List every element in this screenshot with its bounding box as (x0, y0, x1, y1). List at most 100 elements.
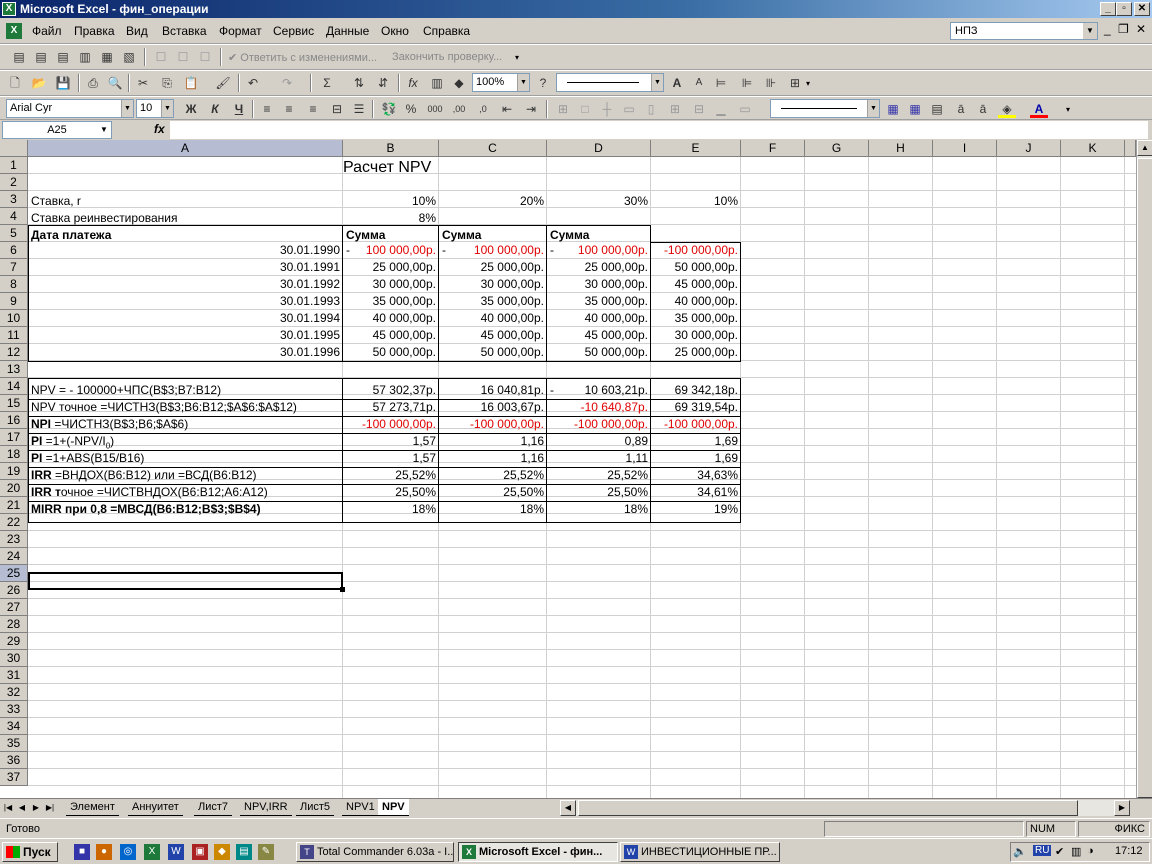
row-header-18[interactable]: 18 (0, 446, 28, 463)
minimize-button[interactable]: _ (1100, 2, 1116, 16)
line-style-select[interactable]: ▼ (556, 73, 664, 92)
row-header-7[interactable]: 7 (0, 259, 28, 276)
reply-with-changes-button[interactable]: ✔ Ответить с изменениями... (228, 51, 377, 64)
save-icon[interactable]: 💾 (54, 74, 72, 92)
column-header-i[interactable]: I (933, 140, 997, 157)
open-icon[interactable]: 📂 (30, 74, 48, 92)
border-icon-1[interactable]: ⊞ (554, 100, 572, 118)
align-icon-3[interactable]: ⊪ (762, 74, 780, 92)
quicklaunch-word-icon[interactable]: W (168, 844, 184, 860)
style-icon-1[interactable]: ā (952, 100, 970, 118)
merge-center-icon[interactable]: ⊟ (328, 100, 346, 118)
shrink-font-icon[interactable]: A (690, 74, 708, 92)
language-indicator[interactable]: RU (1033, 845, 1052, 856)
spreadsheet-grid[interactable]: A B C D E F G H I J K 1 2 3 4 5 6 7 8 9 10 11 12 13 1… (0, 140, 1136, 798)
menu-tools[interactable]: Сервис (273, 24, 314, 38)
percent-icon[interactable]: % (402, 100, 420, 118)
chevron-down-icon[interactable]: ▼ (1083, 23, 1097, 39)
row-header-20[interactable]: 20 (0, 480, 28, 497)
column-header-l[interactable] (1125, 140, 1136, 157)
prev-sheet-icon[interactable]: ◀ (16, 801, 28, 815)
border-icon-7[interactable]: ⊟ (690, 100, 708, 118)
new-icon[interactable]: 🗋 (6, 74, 24, 92)
row-header-3[interactable]: 3 (0, 191, 28, 208)
merge-icon[interactable]: ⊞ (786, 74, 804, 92)
grow-font-icon[interactable]: A (668, 74, 686, 92)
review-icon-5[interactable]: ▦ (98, 48, 116, 66)
zoom-select[interactable]: 100% ▼ (472, 73, 530, 92)
distributed-icon[interactable]: ☰ (350, 100, 368, 118)
menu-window[interactable]: Окно (381, 24, 409, 38)
task-excel[interactable]: X Microsoft Excel - фин... (458, 842, 618, 862)
sheet-tab-list5[interactable]: Лист5 (296, 799, 335, 816)
print-preview-icon[interactable]: 🔍 (106, 74, 124, 92)
tray-icon-2[interactable]: ▥ (1071, 845, 1081, 858)
fill-color-icon[interactable]: ◈ (998, 100, 1016, 118)
column-header-d[interactable]: D (547, 140, 651, 157)
column-header-c[interactable]: C (439, 140, 547, 157)
quicklaunch-icon-1[interactable]: ■ (74, 844, 90, 860)
row-header-28[interactable]: 28 (0, 616, 28, 633)
sheet-tab-npv1[interactable]: NPV1 (342, 799, 379, 816)
row-header-6[interactable]: 6 (0, 242, 28, 259)
tray-icon-1[interactable]: ✔ (1055, 845, 1064, 858)
help-question-box[interactable]: НПЗ ▼ (950, 22, 1098, 40)
drawing-icon[interactable]: ◆ (450, 74, 468, 92)
sheet-tab-npv[interactable]: NPV (378, 799, 409, 816)
row-header-10[interactable]: 10 (0, 310, 28, 327)
sort-descending-icon[interactable]: ⇵ (374, 74, 392, 92)
align-icon-2[interactable]: ⊫ (738, 74, 756, 92)
doc-restore-button[interactable]: ❐ (1118, 22, 1129, 36)
border-icon-2[interactable]: □ (576, 100, 594, 118)
chevron-down-icon[interactable]: ▼ (161, 100, 173, 117)
row-header-29[interactable]: 29 (0, 633, 28, 650)
row-header-4[interactable]: 4 (0, 208, 28, 225)
table-icon-2[interactable]: ▦ (906, 100, 924, 118)
column-header-e[interactable]: E (651, 140, 741, 157)
review-icon-6[interactable]: ▧ (120, 48, 138, 66)
chevron-down-icon[interactable]: ▼ (867, 100, 879, 117)
chevron-down-icon[interactable]: ▼ (97, 122, 111, 138)
toolbar-options-icon[interactable]: ▾ (515, 53, 519, 62)
sheet-tab-element[interactable]: Элемент (66, 799, 119, 816)
cut-icon[interactable]: ✂ (134, 74, 152, 92)
tray-icon-3[interactable]: ◑ (1087, 845, 1094, 857)
quicklaunch-icon-8[interactable]: ▤ (236, 844, 252, 860)
decrease-indent-icon[interactable]: ⇤ (498, 100, 516, 118)
scroll-thumb-h[interactable] (578, 800, 1078, 816)
menu-view[interactable]: Вид (126, 24, 148, 38)
chevron-down-icon[interactable]: ▼ (517, 74, 529, 91)
increase-decimal-icon[interactable]: ,00 (450, 100, 468, 118)
row-header-26[interactable]: 26 (0, 582, 28, 599)
row-header-30[interactable]: 30 (0, 650, 28, 667)
workbook-icon[interactable]: X (6, 23, 22, 39)
row-header-25[interactable]: 25 (0, 565, 28, 582)
maximize-button[interactable]: ▫ (1116, 2, 1132, 16)
row-header-5[interactable]: 5 (0, 225, 28, 242)
row-header-22[interactable]: 22 (0, 514, 28, 531)
column-header-b[interactable]: B (343, 140, 439, 157)
quicklaunch-icon-9[interactable]: ✎ (258, 844, 274, 860)
row-header-33[interactable]: 33 (0, 701, 28, 718)
row-header-27[interactable]: 27 (0, 599, 28, 616)
italic-button[interactable]: К (206, 100, 224, 118)
toolbar-options-icon[interactable]: ▾ (1066, 105, 1070, 114)
row-header-15[interactable]: 15 (0, 395, 28, 412)
review-icon-4[interactable]: ▥ (76, 48, 94, 66)
column-header-a[interactable]: A (28, 140, 343, 157)
increase-indent-icon[interactable]: ⇥ (522, 100, 540, 118)
copy-icon[interactable]: ⎘ (158, 74, 176, 92)
sheet-tab-annuity[interactable]: Аннуитет (128, 799, 183, 816)
sheet-tab-npv-irr[interactable]: NPV,IRR (240, 799, 292, 816)
sort-ascending-icon[interactable]: ⇅ (350, 74, 368, 92)
quicklaunch-icon-3[interactable]: ◎ (120, 844, 136, 860)
row-header-36[interactable]: 36 (0, 752, 28, 769)
row-header-14[interactable]: 14 (0, 378, 28, 395)
first-sheet-icon[interactable]: |◀ (2, 801, 14, 815)
table-icon-3[interactable]: ▤ (928, 100, 946, 118)
row-header-17[interactable]: 17 (0, 429, 28, 446)
table-icon-1[interactable]: ▦ (884, 100, 902, 118)
review-icon-2[interactable]: ▤ (32, 48, 50, 66)
review-icon-8[interactable]: ☐ (174, 48, 192, 66)
quicklaunch-icon-6[interactable]: ▣ (192, 844, 208, 860)
